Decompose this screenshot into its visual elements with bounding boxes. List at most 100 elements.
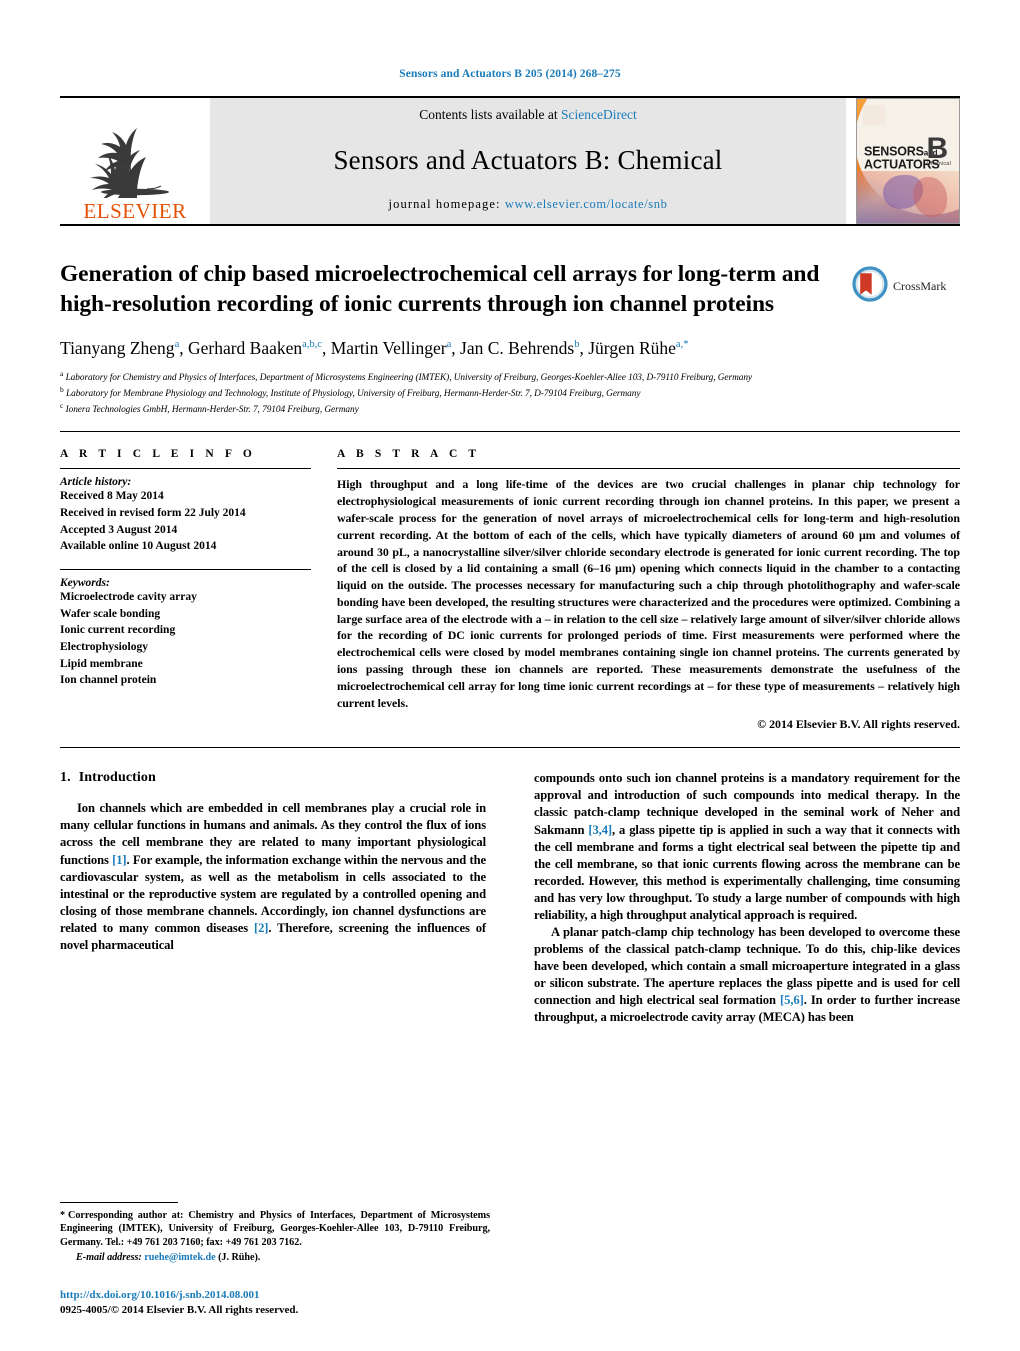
title-and-authors: Generation of chip based microelectroche… (60, 260, 852, 361)
cover-line-sensors: SENSORS (864, 144, 924, 159)
elsevier-tree-icon (79, 102, 191, 198)
body-column-right: compounds onto such ion channel proteins… (510, 770, 960, 1026)
cover-letter-b: B Chemical (926, 134, 951, 168)
affiliation-marker: a (60, 369, 64, 379)
crossmark-badge[interactable]: CrossMark (852, 260, 960, 307)
crossmark-icon (852, 266, 888, 307)
keyword-item: Electrophysiology (60, 641, 148, 654)
keyword-item: Ion channel protein (60, 674, 157, 687)
body-column-left: 1. Introduction Ion channels which are em… (60, 770, 510, 1026)
abstract-column: A B S T R A C T High throughput and a lo… (337, 448, 960, 732)
author-affil-marker[interactable]: a,b,c (302, 339, 322, 350)
history-revised: Received in revised form 22 July 2014 (60, 507, 246, 520)
section-number: 1. (60, 770, 71, 786)
doi-block: http://dx.doi.org/10.1016/j.snb.2014.08.… (60, 1287, 520, 1319)
author-sep: , (579, 338, 589, 359)
abstract-copyright: © 2014 Elsevier B.V. All rights reserved… (757, 717, 960, 732)
author-entry: Tianyang Zhenga (60, 338, 179, 358)
title-block-bottom-rule (60, 431, 960, 433)
author-list: Tianyang Zhenga, Gerhard Baakena,b,c, Ma… (60, 336, 836, 361)
masthead-bottom-rule (60, 224, 960, 226)
email-note: E-mail address: ruehe@imtek.de (J. Rühe)… (60, 1251, 490, 1265)
author-affil-marker[interactable]: a,* (676, 339, 689, 350)
journal-homepage-link[interactable]: www.elsevier.com/locate/snb (505, 197, 668, 211)
keywords-label: Keywords: (60, 577, 110, 590)
author-sep: , (451, 338, 461, 359)
affiliation-item: a Laboratory for Chemistry and Physics o… (60, 369, 960, 385)
intro-paragraph-1-cont: compounds onto such ion channel proteins… (534, 770, 960, 924)
author-name: Martin Vellinger (330, 338, 447, 359)
abstract-heading: A B S T R A C T (337, 448, 481, 461)
cover-letter-subtitle: Chemical (926, 161, 951, 168)
doi-link[interactable]: http://dx.doi.org/10.1016/j.snb.2014.08.… (60, 1287, 520, 1304)
footnote-block: * Corresponding author at: Chemistry and … (60, 1201, 490, 1266)
history-received: Received 8 May 2014 (60, 490, 164, 503)
article-history-block: Article history: Received 8 May 2014 Rec… (60, 476, 311, 555)
affiliation-text: Ionera Technologies GmbH, Hermann-Herder… (65, 405, 359, 416)
history-accepted: Accepted 3 August 2014 (60, 523, 178, 536)
crossmark-label: CrossMark (893, 279, 947, 293)
email-link[interactable]: ruehe@imtek.de (144, 1252, 215, 1263)
keyword-item: Microelectrode cavity array (60, 591, 197, 604)
affiliation-marker: b (60, 385, 64, 395)
abstract-rule (337, 468, 960, 470)
journal-title: Sensors and Actuators B: Chemical (333, 144, 723, 175)
keywords-block: Keywords: Microelectrode cavity array Wa… (60, 577, 311, 689)
affiliation-text: Laboratory for Chemistry and Physics of … (65, 373, 753, 384)
info-abstract-region: A R T I C L E I N F O Article history: R… (60, 448, 960, 732)
sciencedirect-link[interactable]: ScienceDirect (561, 107, 637, 122)
contents-prefix: Contents lists available at (419, 107, 561, 122)
author-name: Gerhard Baaken (187, 338, 303, 359)
abstract-bottom-rule (60, 747, 960, 749)
article-info-heading: A R T I C L E I N F O (60, 448, 256, 461)
keywords-spacer (60, 555, 311, 569)
intro-paragraph-1: Ion channels which are embedded in cell … (60, 800, 486, 954)
issn-copyright-line: 0925-4005/© 2014 Elsevier B.V. All right… (60, 1304, 299, 1317)
article-info-column: A R T I C L E I N F O Article history: R… (60, 448, 337, 732)
article-page: Sensors and Actuators B 205 (2014) 268–2… (0, 0, 1020, 1351)
affiliation-item: c Ionera Technologies GmbH, Hermann-Herd… (60, 401, 960, 417)
corresponding-author-text: Corresponding author at: Chemistry and P… (60, 1209, 490, 1249)
author-sep: , (179, 338, 188, 359)
journal-cover-thumbnail: SENSORSand ACTUATORS B Chemical (856, 98, 960, 224)
citation-link[interactable]: [3,4] (588, 823, 612, 837)
journal-band: Contents lists available at ScienceDirec… (210, 98, 846, 224)
history-online: Available online 10 August 2014 (60, 540, 217, 553)
keyword-item: Ionic current recording (60, 624, 176, 637)
author-sep: , (322, 338, 331, 359)
keyword-item: Lipid membrane (60, 657, 143, 670)
section-title-text: Introduction (78, 770, 156, 786)
author-name: Jürgen Rühe (588, 338, 676, 359)
elsevier-wordmark: ELSEVIER (83, 199, 187, 223)
citation-link[interactable]: [2] (254, 921, 268, 935)
citation-link[interactable]: [1] (112, 853, 126, 867)
contents-available-line: Contents lists available at ScienceDirec… (419, 107, 636, 123)
journal-homepage-line: journal homepage: www.elsevier.com/locat… (389, 197, 668, 212)
author-entry: Martin Vellingera (331, 338, 452, 358)
article-info-rule (60, 468, 311, 470)
body-columns: 1. Introduction Ion channels which are em… (60, 770, 960, 1026)
email-label: E-mail address: (76, 1252, 142, 1264)
email-suffix: (J. Rühe). (215, 1252, 261, 1264)
intro-paragraph-2: A planar patch-clamp chip technology has… (534, 924, 960, 1026)
citation-link[interactable]: [5,6] (780, 993, 804, 1007)
affiliation-list: a Laboratory for Chemistry and Physics o… (60, 369, 960, 417)
cover-publisher-mark (863, 105, 885, 125)
footnote-rule (60, 1201, 178, 1203)
elsevier-logo: ELSEVIER (60, 98, 210, 224)
author-entry: Jan C. Behrendsb (460, 338, 579, 358)
keywords-rule (60, 569, 311, 571)
affiliation-marker: c (60, 401, 64, 411)
corresponding-author-marker: * (60, 1209, 66, 1221)
section-heading-introduction: 1. Introduction (60, 770, 486, 786)
author-name: Jan C. Behrends (460, 338, 575, 359)
corresponding-author-note: * Corresponding author at: Chemistry and … (60, 1209, 490, 1251)
abstract-text: High throughput and a long life-time of … (337, 477, 960, 710)
author-name: Tianyang Zheng (60, 338, 175, 359)
author-entry: Jürgen Rühea,* (588, 338, 688, 358)
title-block: Generation of chip based microelectroche… (60, 260, 960, 361)
keyword-item: Wafer scale bonding (60, 607, 161, 620)
homepage-prefix: journal homepage: (388, 197, 501, 211)
running-head: Sensors and Actuators B 205 (2014) 268–2… (399, 68, 621, 80)
article-history-label: Article history: (60, 476, 132, 489)
